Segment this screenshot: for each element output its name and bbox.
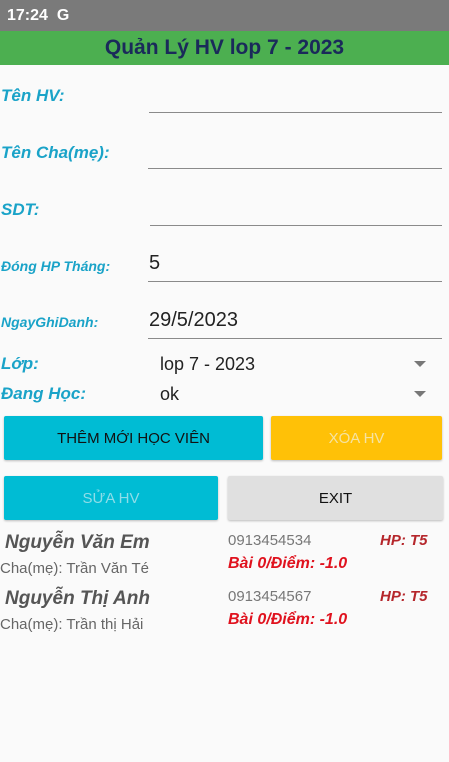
dang-hoc-selected-value: ok: [160, 383, 180, 404]
lop-dropdown[interactable]: lop 7 - 2023: [160, 352, 442, 376]
student-parent: Cha(mẹ): Trần Văn Té: [0, 560, 149, 577]
list-item[interactable]: Nguyễn Văn Em Cha(mẹ): Trần Văn Té 09134…: [0, 532, 449, 582]
list-item[interactable]: Nguyễn Thị Anh Cha(mẹ): Trần thị Hải 091…: [0, 588, 449, 638]
ten-cha-me-label: Tên Cha(mẹ):: [1, 143, 110, 162]
ngay-ghi-danh-input[interactable]: 29/5/2023: [148, 303, 442, 339]
student-name: Nguyễn Văn Em: [5, 532, 150, 553]
student-name: Nguyễn Thị Anh: [5, 588, 150, 609]
dong-hp-thang-input[interactable]: 5: [148, 247, 442, 282]
lop-selected-value: lop 7 - 2023: [160, 353, 256, 374]
student-score: Bài 0/Điểm: -1.0: [228, 611, 348, 628]
sdt-input[interactable]: [150, 192, 442, 226]
ngay-ghi-danh-label: NgayGhiDanh:: [1, 314, 99, 330]
edit-student-button[interactable]: SỬA HV: [4, 476, 218, 520]
student-hp: HP: T5: [380, 532, 428, 549]
dropdown-arrow-icon: [414, 391, 426, 397]
status-bar: 17:24 G: [0, 0, 449, 31]
dropdown-arrow-icon: [414, 361, 426, 367]
ten-hv-label: Tên HV:: [1, 86, 65, 105]
lop-label: Lớp:: [1, 354, 39, 373]
dang-hoc-dropdown[interactable]: ok: [160, 382, 442, 406]
student-score: Bài 0/Điểm: -1.0: [228, 555, 348, 572]
add-student-button[interactable]: THÊM MỚI HỌC VIÊN: [4, 416, 263, 460]
dang-hoc-label: Đang Học:: [1, 384, 86, 403]
dong-hp-thang-label: Đóng HP Tháng:: [1, 258, 111, 274]
google-icon: G: [56, 6, 70, 24]
delete-student-button[interactable]: XÓA HV: [271, 416, 442, 460]
page-title: Quản Lý HV lop 7 - 2023: [0, 31, 449, 65]
status-time: 17:24: [7, 6, 48, 24]
student-hp: HP: T5: [380, 588, 428, 605]
ten-cha-me-input[interactable]: [148, 134, 442, 169]
student-phone: 0913454534: [228, 532, 312, 549]
student-phone: 0913454567: [228, 588, 312, 605]
ten-hv-input[interactable]: [149, 80, 442, 113]
sdt-label: SDT:: [1, 200, 40, 219]
student-parent: Cha(mẹ): Trần thị Hải: [0, 616, 144, 633]
exit-button[interactable]: EXIT: [228, 476, 443, 520]
